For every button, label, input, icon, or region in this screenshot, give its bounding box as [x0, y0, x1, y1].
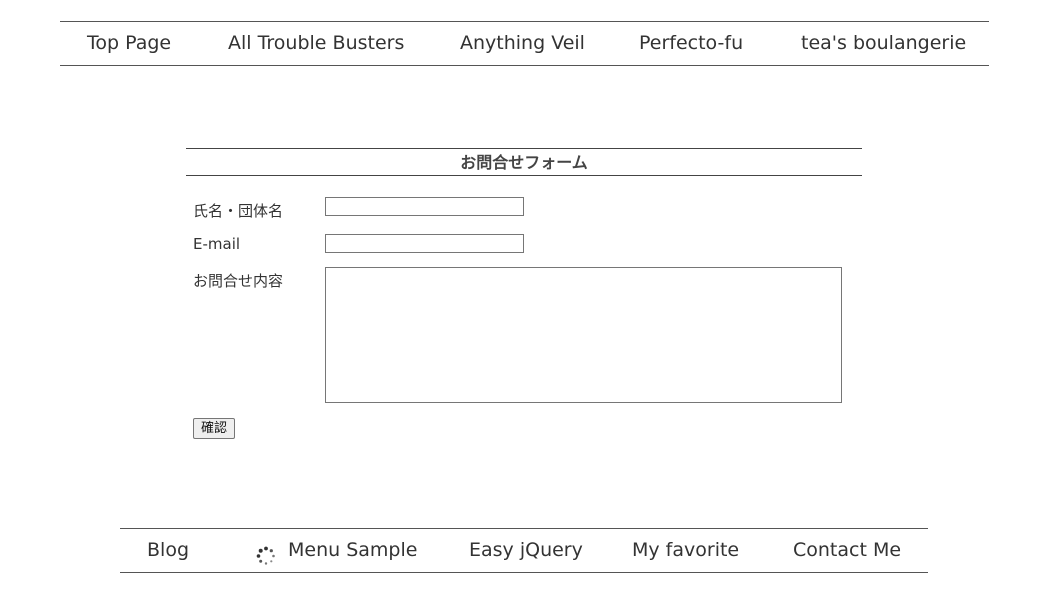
nav-menu-sample[interactable]: Menu Sample [256, 529, 417, 572]
confirm-button[interactable]: 確認 [193, 418, 235, 439]
nav-all-trouble-busters[interactable]: All Trouble Busters [228, 22, 404, 65]
bottom-navigation: Blog Menu Sample Easy jQuery My favorite… [120, 528, 928, 573]
message-textarea[interactable] [325, 267, 842, 403]
nav-easy-jquery[interactable]: Easy jQuery [469, 529, 583, 572]
form-title: お問合せフォーム [186, 148, 862, 176]
message-label: お問合せ内容 [193, 272, 284, 290]
nav-teas-boulangerie[interactable]: tea's boulangerie [801, 22, 966, 65]
nav-top-page[interactable]: Top Page [87, 22, 171, 65]
nav-perfecto-fu[interactable]: Perfecto-fu [639, 22, 743, 65]
name-field[interactable] [325, 197, 524, 216]
nav-anything-veil[interactable]: Anything Veil [460, 22, 585, 65]
name-label: 氏名・団体名 [193, 202, 284, 220]
nav-blog[interactable]: Blog [147, 529, 189, 572]
top-navigation: Top Page All Trouble Busters Anything Ve… [60, 21, 989, 66]
nav-my-favorite[interactable]: My favorite [632, 529, 739, 572]
loading-spinner-icon [256, 539, 276, 565]
email-field[interactable] [325, 234, 524, 253]
email-label: E-mail [193, 235, 241, 253]
nav-contact-me[interactable]: Contact Me [793, 529, 901, 572]
nav-menu-sample-label: Menu Sample [288, 539, 418, 561]
